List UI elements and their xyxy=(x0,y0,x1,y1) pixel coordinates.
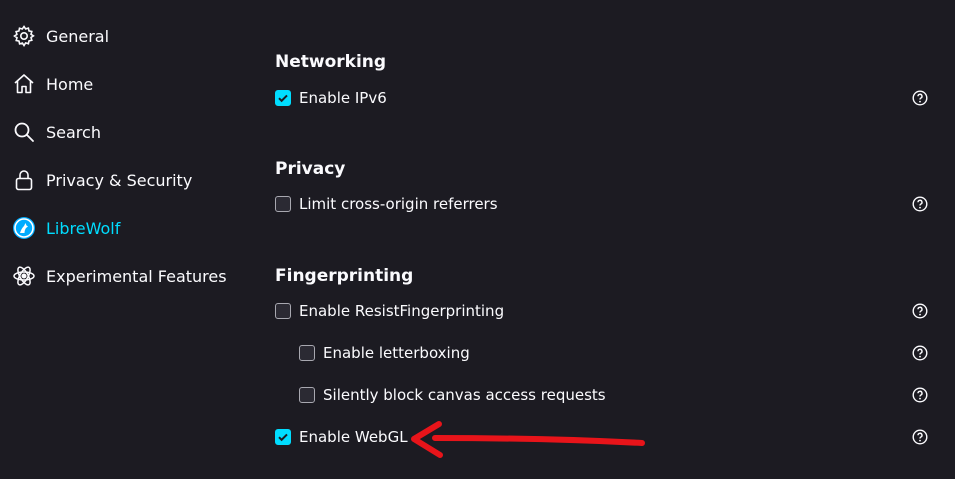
help-icon[interactable] xyxy=(912,303,928,319)
option-label: Enable letterboxing xyxy=(323,344,470,362)
silently-block-canvas-access-checkbox[interactable] xyxy=(299,387,315,403)
enable-resistfingerprinting-checkbox[interactable] xyxy=(275,303,291,319)
limit-cross-origin-referrers-checkbox[interactable] xyxy=(275,196,291,212)
option-enable-webgl[interactable]: Enable WebGL xyxy=(275,423,408,451)
help-icon[interactable] xyxy=(912,90,928,106)
annotation-arrow-icon xyxy=(411,421,645,458)
sidebar-item-label: Search xyxy=(46,122,101,142)
sidebar-item-privacy-security[interactable]: Privacy & Security xyxy=(0,160,240,200)
enable-ipv6-checkbox[interactable] xyxy=(275,90,291,106)
help-icon[interactable] xyxy=(912,429,928,445)
help-icon[interactable] xyxy=(912,196,928,212)
gear-icon xyxy=(12,24,36,48)
sidebar-item-label: Privacy & Security xyxy=(46,170,193,190)
option-enable-ipv6[interactable]: Enable IPv6 xyxy=(275,84,387,112)
option-label: Enable ResistFingerprinting xyxy=(299,302,505,320)
atom-icon xyxy=(12,264,36,288)
section-title-privacy: Privacy xyxy=(275,159,346,179)
option-label: Enable IPv6 xyxy=(299,89,387,107)
option-silently-block-canvas-access[interactable]: Silently block canvas access requests xyxy=(299,381,606,409)
lock-icon xyxy=(12,168,36,192)
option-label: Silently block canvas access requests xyxy=(323,386,606,404)
sidebar-item-librewolf[interactable]: LibreWolf xyxy=(0,208,240,248)
sidebar-item-search[interactable]: Search xyxy=(0,112,240,152)
home-icon xyxy=(12,72,36,96)
sidebar-item-label: Home xyxy=(46,74,94,94)
preferences-window: General Home Search Privacy & Security L… xyxy=(0,0,955,479)
search-icon xyxy=(12,120,36,144)
sidebar-item-experimental-features[interactable]: Experimental Features xyxy=(0,256,240,296)
sidebar: General Home Search Privacy & Security L… xyxy=(0,0,240,479)
help-icon[interactable] xyxy=(912,345,928,361)
option-label: Limit cross-origin referrers xyxy=(299,195,498,213)
option-limit-cross-origin-referrers[interactable]: Limit cross-origin referrers xyxy=(275,190,498,218)
librewolf-icon xyxy=(12,216,36,240)
sidebar-item-label: LibreWolf xyxy=(46,218,121,238)
sidebar-item-home[interactable]: Home xyxy=(0,64,240,104)
enable-letterboxing-checkbox[interactable] xyxy=(299,345,315,361)
enable-webgl-checkbox[interactable] xyxy=(275,429,291,445)
section-title-networking: Networking xyxy=(275,52,387,72)
section-title-fingerprinting: Fingerprinting xyxy=(275,266,414,286)
help-icon[interactable] xyxy=(912,387,928,403)
option-enable-resistfingerprinting[interactable]: Enable ResistFingerprinting xyxy=(275,297,504,325)
option-label: Enable WebGL xyxy=(299,428,408,446)
option-enable-letterboxing[interactable]: Enable letterboxing xyxy=(299,339,470,367)
sidebar-item-general[interactable]: General xyxy=(0,16,240,56)
librewolf-settings-pane: Networking Enable IPv6 Privacy Limit cro… xyxy=(240,0,955,479)
sidebar-item-label: Experimental Features xyxy=(46,266,227,286)
sidebar-item-label: General xyxy=(46,26,110,46)
